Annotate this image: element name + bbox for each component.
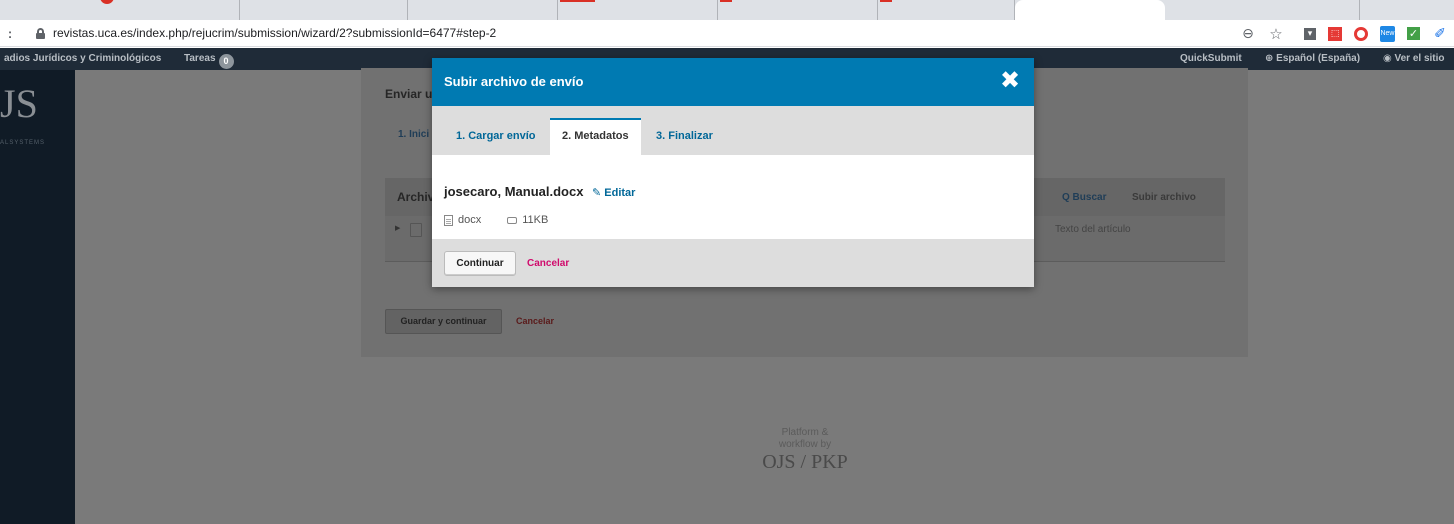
ojs-sidebar: JS ALSYSTEMS (0, 70, 75, 524)
browser-tab[interactable] (0, 0, 240, 20)
url-path: /index.php/rejucrim/submission/wizard/2?… (133, 26, 497, 40)
tasks-label: Tareas (184, 53, 216, 64)
file-icon (410, 223, 422, 237)
footer-line: workflow by (778, 439, 832, 450)
browser-menu-fragment[interactable]: : (0, 20, 20, 47)
file-component-label: Texto del artículo (1055, 224, 1131, 235)
browser-tab-active[interactable] (1015, 0, 1165, 20)
modal-title: Subir archivo de envío (444, 74, 584, 89)
language-menu[interactable]: ⊕ Español (España) (1265, 53, 1360, 64)
bookmark-star-icon[interactable]: ☆ (1268, 26, 1284, 43)
checkbox-extension-icon[interactable]: ✓ (1407, 27, 1420, 40)
browser-tab[interactable] (1170, 0, 1360, 20)
modal-header: Subir archivo de envío ✖ (432, 58, 1034, 106)
wizard-step-tab[interactable]: 1. Inici (398, 129, 429, 140)
tab-title-fragment (720, 0, 732, 2)
hard-drive-icon (507, 216, 518, 224)
search-files-link[interactable]: Q Buscar (1062, 192, 1106, 203)
tasks-count-badge: 0 (218, 54, 234, 69)
modal-tabs: 1. Cargar envío 2. Metadatos 3. Finaliza… (432, 106, 1034, 155)
opera-extension-icon[interactable] (1354, 26, 1368, 41)
upload-file-link[interactable]: Subir archivo (1132, 192, 1196, 203)
pkp-footer: Platform & workflow by OJS / PKP (740, 427, 870, 473)
view-site-link[interactable]: ◉ Ver el sitio (1383, 53, 1445, 64)
address-bar[interactable]: revistas.uca.es/index.php/rejucrim/submi… (53, 26, 496, 40)
browser-tab[interactable] (240, 0, 408, 20)
tab-title-fragment (880, 0, 892, 2)
expand-row-icon[interactable]: ▶ (395, 224, 400, 232)
continue-button[interactable]: Continuar (444, 251, 516, 276)
ojs-logo[interactable]: JS (0, 84, 38, 124)
browser-tab[interactable] (408, 0, 558, 20)
browser-tab[interactable] (718, 0, 878, 20)
tasks-link[interactable]: Tareas 0 (184, 53, 234, 69)
browser-tab[interactable] (558, 0, 718, 20)
browser-tab-strip (0, 0, 1454, 20)
uploaded-file-name: josecaro, Manual.docx (444, 184, 584, 199)
extension-icon[interactable]: ▾ (1304, 27, 1316, 40)
file-type: docx (458, 214, 482, 226)
files-grid-title: Archiv (397, 190, 435, 204)
browser-toolbar: : revistas.uca.es/index.php/rejucrim/sub… (0, 20, 1454, 47)
modal-footer: Continuar Cancelar (432, 239, 1034, 287)
ojs-logo-subtitle: ALSYSTEMS (0, 140, 46, 146)
cancel-button[interactable]: Cancelar (527, 258, 569, 269)
browser-actions: ⊖ ☆ ▾ ⬚ New ✓ ✐ (1234, 20, 1454, 47)
footer-line: Platform & (781, 427, 829, 438)
document-icon (444, 214, 453, 226)
browser-tab[interactable] (878, 0, 1015, 20)
zoom-icon[interactable]: ⊖ (1240, 25, 1256, 42)
url-host: revistas.uca.es (53, 26, 134, 40)
feather-extension-icon[interactable]: ✐ (1432, 25, 1448, 42)
ojs-pkp-brand[interactable]: OJS / PKP (740, 451, 870, 473)
lock-icon[interactable] (36, 27, 45, 39)
tab-upload[interactable]: 1. Cargar envío (444, 118, 547, 155)
file-meta: docx 11KB (444, 214, 548, 226)
cancel-link[interactable]: Cancelar (516, 316, 554, 326)
file-size: 11KB (522, 214, 549, 226)
tab-metadata[interactable]: 2. Metadatos (550, 118, 641, 155)
page-title: Enviar u (385, 87, 433, 101)
extension-pdf-icon[interactable]: ⬚ (1328, 26, 1342, 41)
extension-new-icon[interactable]: New (1380, 25, 1395, 42)
quicksubmit-link[interactable]: QuickSubmit (1180, 53, 1242, 64)
journal-name-link[interactable]: adios Jurídicos y Criminológicos (4, 53, 161, 64)
close-icon[interactable]: ✖ (998, 69, 1022, 93)
tab-title-fragment (560, 0, 595, 2)
tab-finish[interactable]: 3. Finalizar (644, 118, 725, 155)
upload-file-modal: Subir archivo de envío ✖ 1. Cargar envío… (432, 58, 1034, 287)
save-continue-button[interactable]: Guardar y continuar (385, 309, 502, 334)
edit-file-link[interactable]: ✎ Editar (592, 186, 635, 199)
modal-body: josecaro, Manual.docx ✎ Editar docx 11KB (432, 155, 1034, 239)
